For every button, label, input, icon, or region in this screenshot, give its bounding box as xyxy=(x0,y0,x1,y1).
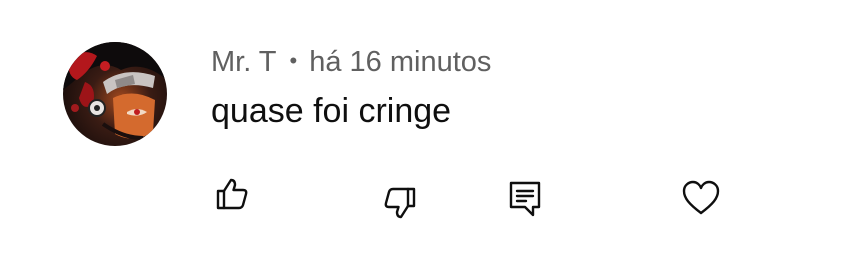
reply-comment-icon xyxy=(509,181,541,217)
dislike-button[interactable] xyxy=(378,181,422,225)
avatar[interactable] xyxy=(63,42,167,146)
avatar-image xyxy=(63,42,167,146)
thumbs-down-icon xyxy=(384,187,416,219)
like-button[interactable] xyxy=(210,172,254,216)
comment-meta: Mr. T • há 16 minutos xyxy=(211,44,491,80)
meta-separator: • xyxy=(289,48,298,73)
comment-timestamp[interactable]: há 16 minutos xyxy=(309,46,491,79)
heart-button[interactable] xyxy=(679,176,723,220)
author-name[interactable]: Mr. T xyxy=(211,46,277,79)
heart-icon xyxy=(682,180,720,215)
comment-item: Mr. T • há 16 minutos quase foi cringe xyxy=(0,0,843,274)
reply-button[interactable] xyxy=(503,177,547,221)
thumbs-up-icon xyxy=(216,178,248,210)
comment-text: quase foi cringe xyxy=(211,92,452,130)
